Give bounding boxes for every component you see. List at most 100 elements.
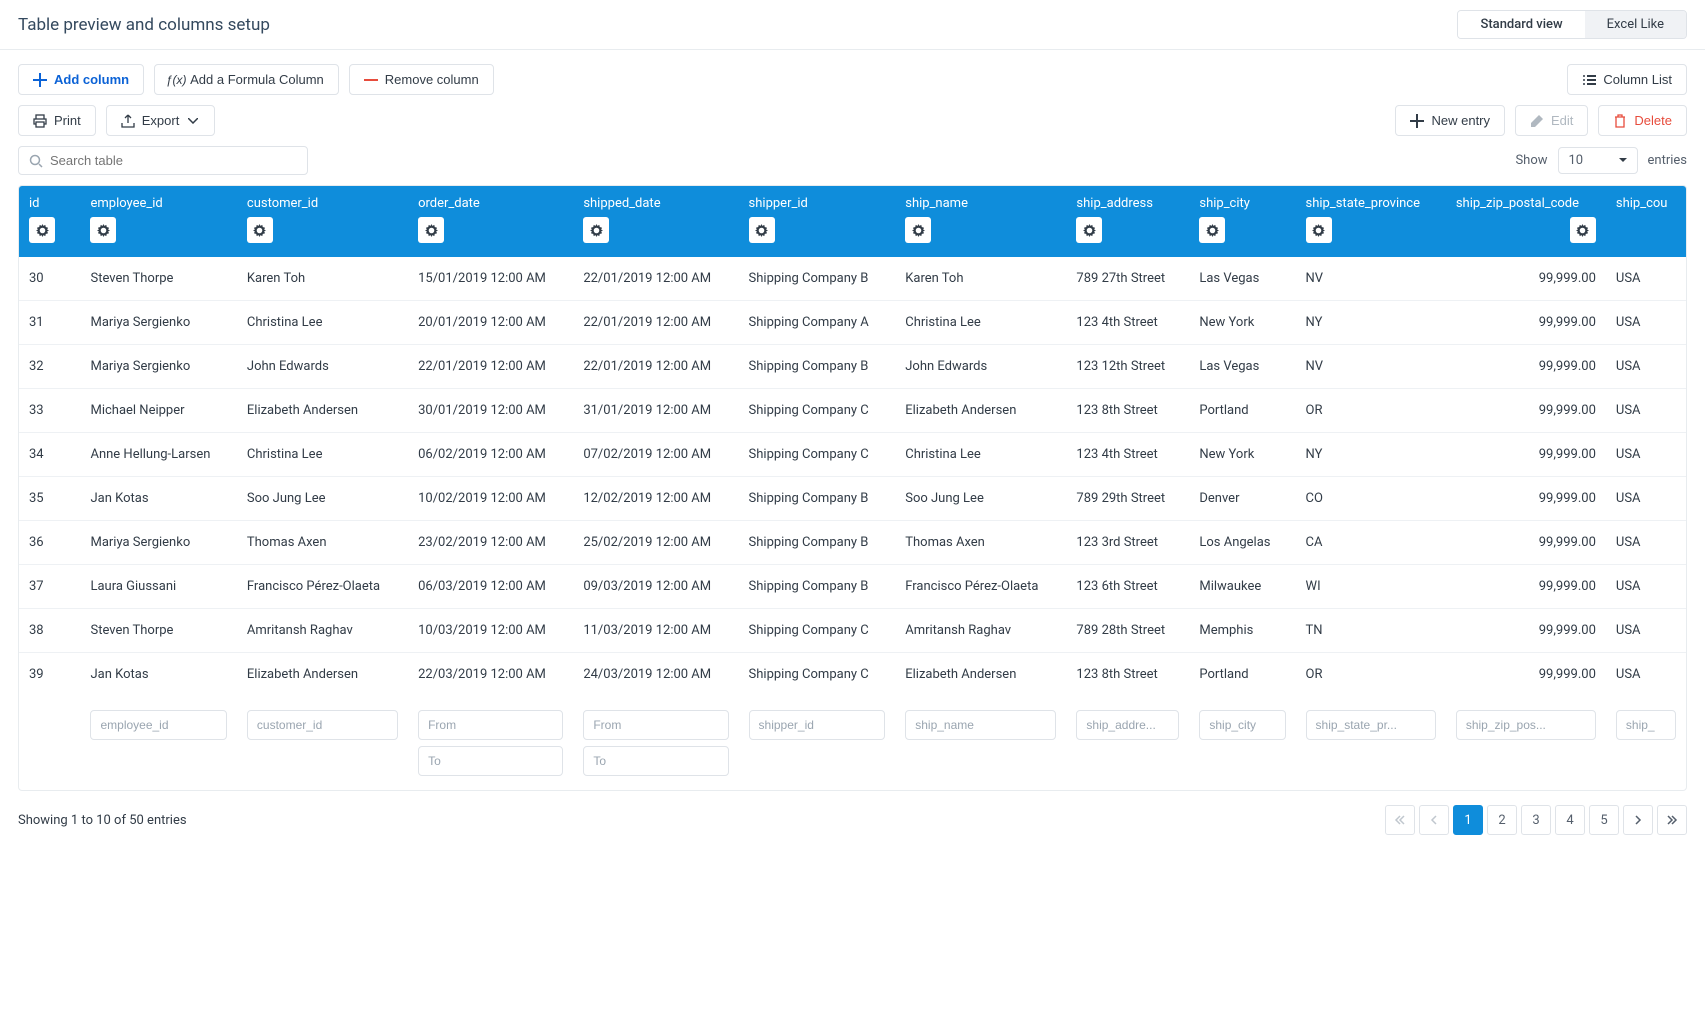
col-header-ship-city[interactable]: ship_city bbox=[1189, 186, 1295, 257]
delete-button[interactable]: Delete bbox=[1598, 105, 1687, 136]
page-1[interactable]: 1 bbox=[1453, 805, 1483, 835]
table-row[interactable]: 32Mariya SergienkoJohn Edwards22/01/2019… bbox=[19, 345, 1686, 389]
gear-icon[interactable] bbox=[1570, 217, 1596, 243]
print-button[interactable]: Print bbox=[18, 105, 96, 136]
cell-ship-city: New York bbox=[1189, 301, 1295, 345]
page-first[interactable] bbox=[1385, 805, 1415, 835]
col-header-zip[interactable]: ship_zip_postal_code bbox=[1446, 186, 1606, 257]
gear-icon[interactable] bbox=[583, 217, 609, 243]
cell-ship-name: Christina Lee bbox=[895, 301, 1066, 345]
table-row[interactable]: 36Mariya SergienkoThomas Axen23/02/2019 … bbox=[19, 521, 1686, 565]
col-header-ship-address[interactable]: ship_address bbox=[1066, 186, 1189, 257]
gear-icon[interactable] bbox=[1306, 217, 1332, 243]
gear-icon[interactable] bbox=[1199, 217, 1225, 243]
filter-shipped-to[interactable] bbox=[583, 746, 728, 776]
cell-id: 37 bbox=[19, 565, 80, 609]
gear-icon[interactable] bbox=[29, 217, 55, 243]
cell-shipped-date: 07/02/2019 12:00 AM bbox=[573, 433, 738, 477]
page-4[interactable]: 4 bbox=[1555, 805, 1585, 835]
gear-icon[interactable] bbox=[905, 217, 931, 243]
view-standard-button[interactable]: Standard view bbox=[1458, 11, 1584, 38]
remove-column-button[interactable]: Remove column bbox=[349, 64, 494, 95]
search-box[interactable] bbox=[18, 146, 308, 175]
cell-ship-state: TN bbox=[1296, 609, 1446, 653]
col-header-shipper[interactable]: shipper_id bbox=[739, 186, 896, 257]
filter-ship-name[interactable] bbox=[905, 710, 1056, 740]
table-row[interactable]: 39Jan KotasElizabeth Andersen22/03/2019 … bbox=[19, 653, 1686, 697]
col-header-ship-state[interactable]: ship_state_province bbox=[1296, 186, 1446, 257]
filter-employee[interactable] bbox=[90, 710, 226, 740]
table-row[interactable]: 35Jan KotasSoo Jung Lee10/02/2019 12:00 … bbox=[19, 477, 1686, 521]
cell-customer: Thomas Axen bbox=[237, 521, 408, 565]
col-header-customer[interactable]: customer_id bbox=[237, 186, 408, 257]
filter-ship-state[interactable] bbox=[1306, 710, 1436, 740]
delete-label: Delete bbox=[1634, 113, 1672, 128]
filter-ship-city[interactable] bbox=[1199, 710, 1285, 740]
view-excel-button[interactable]: Excel Like bbox=[1585, 11, 1686, 38]
col-header-ship-name[interactable]: ship_name bbox=[895, 186, 1066, 257]
cell-shipped-date: 22/01/2019 12:00 AM bbox=[573, 301, 738, 345]
page-3[interactable]: 3 bbox=[1521, 805, 1551, 835]
cell-ship-address: 123 3rd Street bbox=[1066, 521, 1189, 565]
filter-country[interactable] bbox=[1616, 710, 1676, 740]
filter-shipper[interactable] bbox=[749, 710, 886, 740]
page-2[interactable]: 2 bbox=[1487, 805, 1517, 835]
cell-country: USA bbox=[1606, 477, 1686, 521]
table-row[interactable]: 30Steven ThorpeKaren Toh15/01/2019 12:00… bbox=[19, 257, 1686, 301]
cell-order-date: 10/03/2019 12:00 AM bbox=[408, 609, 573, 653]
col-header-id[interactable]: id bbox=[19, 186, 80, 257]
col-header-employee[interactable]: employee_id bbox=[80, 186, 236, 257]
cell-order-date: 23/02/2019 12:00 AM bbox=[408, 521, 573, 565]
export-button[interactable]: Export bbox=[106, 105, 216, 136]
filter-zip[interactable] bbox=[1456, 710, 1596, 740]
filter-ship-address[interactable] bbox=[1076, 710, 1179, 740]
table-row[interactable]: 33Michael NeipperElizabeth Andersen30/01… bbox=[19, 389, 1686, 433]
filter-order-from[interactable] bbox=[418, 710, 563, 740]
col-header-country[interactable]: ship_cou bbox=[1606, 186, 1686, 257]
cell-zip: 99,999.00 bbox=[1446, 301, 1606, 345]
export-icon bbox=[121, 114, 135, 128]
gear-icon[interactable] bbox=[418, 217, 444, 243]
table-row[interactable]: 37Laura GiussaniFrancisco Pérez-Olaeta06… bbox=[19, 565, 1686, 609]
cell-ship-city: New York bbox=[1189, 433, 1295, 477]
col-header-order-date[interactable]: order_date bbox=[408, 186, 573, 257]
search-input[interactable] bbox=[50, 153, 297, 168]
page-prev[interactable] bbox=[1419, 805, 1449, 835]
cell-shipped-date: 09/03/2019 12:00 AM bbox=[573, 565, 738, 609]
add-column-button[interactable]: Add column bbox=[18, 64, 144, 95]
cell-shipper: Shipping Company B bbox=[739, 257, 896, 301]
table-row[interactable]: 34Anne Hellung-LarsenChristina Lee06/02/… bbox=[19, 433, 1686, 477]
cell-shipper: Shipping Company B bbox=[739, 477, 896, 521]
cell-country: USA bbox=[1606, 257, 1686, 301]
cell-order-date: 20/01/2019 12:00 AM bbox=[408, 301, 573, 345]
gear-icon[interactable] bbox=[1076, 217, 1102, 243]
cell-ship-state: NV bbox=[1296, 345, 1446, 389]
filter-shipped-from[interactable] bbox=[583, 710, 728, 740]
cell-shipper: Shipping Company B bbox=[739, 345, 896, 389]
edit-button[interactable]: Edit bbox=[1515, 105, 1588, 136]
entries-select[interactable]: 10 bbox=[1558, 147, 1638, 174]
cell-zip: 99,999.00 bbox=[1446, 257, 1606, 301]
filter-order-to[interactable] bbox=[418, 746, 563, 776]
cell-shipper: Shipping Company C bbox=[739, 609, 896, 653]
column-list-button[interactable]: Column List bbox=[1567, 64, 1687, 95]
table-row[interactable]: 38Steven ThorpeAmritansh Raghav10/03/201… bbox=[19, 609, 1686, 653]
cell-id: 35 bbox=[19, 477, 80, 521]
cell-shipped-date: 22/01/2019 12:00 AM bbox=[573, 257, 738, 301]
table-header-row: id employee_id customer_id order_date sh… bbox=[19, 186, 1686, 257]
add-formula-button[interactable]: ƒ(x) Add a Formula Column bbox=[154, 64, 339, 95]
page-5[interactable]: 5 bbox=[1589, 805, 1619, 835]
cell-id: 34 bbox=[19, 433, 80, 477]
page-next[interactable] bbox=[1623, 805, 1653, 835]
table-row[interactable]: 31Mariya SergienkoChristina Lee20/01/201… bbox=[19, 301, 1686, 345]
page-last[interactable] bbox=[1657, 805, 1687, 835]
gear-icon[interactable] bbox=[247, 217, 273, 243]
gear-icon[interactable] bbox=[749, 217, 775, 243]
filter-customer[interactable] bbox=[247, 710, 398, 740]
gear-icon[interactable] bbox=[90, 217, 116, 243]
col-header-shipped-date[interactable]: shipped_date bbox=[573, 186, 738, 257]
new-entry-button[interactable]: New entry bbox=[1395, 105, 1505, 136]
minus-icon bbox=[364, 73, 378, 87]
pager: 12345 bbox=[1385, 805, 1687, 835]
cell-zip: 99,999.00 bbox=[1446, 433, 1606, 477]
